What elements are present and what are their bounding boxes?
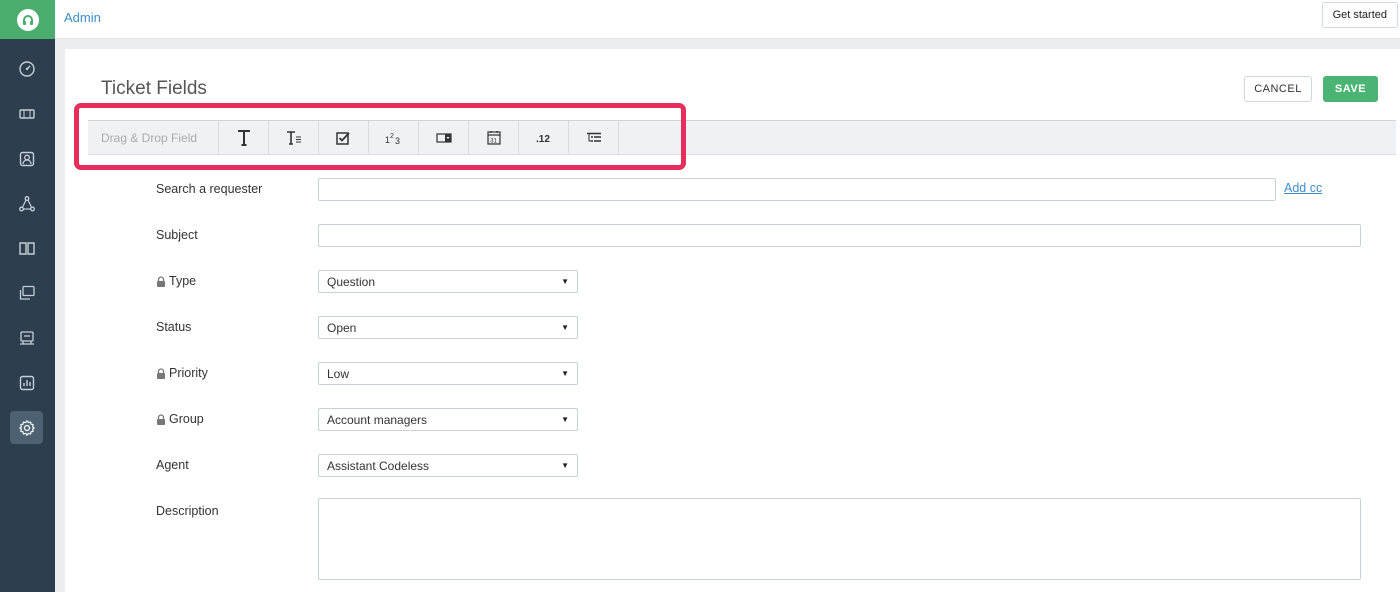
requester-input[interactable] [318, 178, 1276, 201]
group-select[interactable]: Account managers ▼ [318, 408, 578, 431]
agent-label: Agent [156, 458, 189, 472]
group-label: Group [156, 412, 204, 426]
get-started-button[interactable]: Get started [1321, 2, 1398, 28]
palette-number[interactable]: 123 [368, 121, 418, 154]
type-label-text: Type [169, 274, 197, 288]
subject-label: Subject [156, 228, 198, 242]
decimal-icon: .12 [536, 134, 550, 144]
add-cc-link[interactable]: Add cc [1284, 181, 1322, 195]
subject-input[interactable] [318, 224, 1361, 247]
priority-select[interactable]: Low ▼ [318, 362, 578, 385]
svg-text:.12: .12 [536, 134, 550, 144]
text-icon [237, 129, 250, 146]
type-value: Question [327, 274, 376, 289]
palette-paragraph[interactable] [268, 121, 318, 154]
caret-down-icon: ▼ [561, 461, 569, 470]
palette-date[interactable]: 31 [468, 121, 518, 154]
requester-label: Search a requester [156, 182, 262, 196]
page-title: Ticket Fields [101, 78, 207, 99]
group-label-text: Group [169, 412, 204, 426]
lock-icon [157, 275, 165, 287]
paragraph-icon [286, 130, 301, 145]
palette-decimal[interactable]: .12 [518, 121, 568, 154]
description-label-text: Description [156, 504, 219, 518]
priority-value: Low [327, 366, 350, 381]
svg-text:31: 31 [490, 138, 497, 144]
priority-label-text: Priority [169, 366, 208, 380]
status-value: Open [327, 320, 357, 335]
requester-label-text: Search a requester [156, 182, 263, 196]
status-label-text: Status [156, 320, 192, 334]
top-bar: Admin Get started [55, 0, 1400, 39]
save-button[interactable]: SAVE [1323, 76, 1378, 102]
cancel-button[interactable]: CANCEL [1244, 76, 1312, 102]
agent-label-text: Agent [156, 458, 189, 472]
lock-icon [157, 367, 165, 379]
svg-text:2: 2 [390, 133, 394, 140]
status-select[interactable]: Open ▼ [318, 316, 578, 339]
app-logo[interactable] [0, 0, 55, 39]
type-select[interactable]: Question ▼ [318, 270, 578, 293]
caret-down-icon: ▼ [561, 415, 569, 424]
caret-down-icon: ▼ [561, 369, 569, 378]
content-card: Ticket Fields CANCEL SAVE Drag & Drop Fi… [65, 49, 1400, 592]
group-value: Account managers [327, 412, 428, 427]
description-textarea[interactable] [318, 498, 1361, 580]
palette-label: Drag & Drop Field [101, 131, 198, 145]
checkbox-icon [336, 131, 350, 145]
contacts-icon[interactable] [10, 142, 43, 175]
status-label: Status [156, 320, 191, 334]
agent-select[interactable]: Assistant Codeless ▼ [318, 454, 578, 477]
knowledge-base-icon[interactable] [10, 231, 43, 264]
dashboard-icon[interactable] [10, 52, 43, 85]
calendar-icon: 31 [486, 131, 501, 145]
tickets-icon[interactable] [10, 97, 43, 130]
dropdown-icon [435, 132, 452, 143]
svg-text:3: 3 [395, 136, 400, 145]
headset-icon [16, 8, 39, 31]
palette-single-line-text[interactable] [218, 121, 268, 154]
agent-value: Assistant Codeless [327, 458, 430, 473]
sidebar [0, 0, 55, 592]
palette-dropdown[interactable] [418, 121, 468, 154]
team-huddle-icon[interactable] [10, 321, 43, 354]
subject-label-text: Subject [156, 228, 198, 242]
number-icon: 123 [385, 133, 400, 145]
description-label: Description [156, 504, 219, 518]
admin-gear-icon[interactable] [10, 411, 43, 444]
caret-down-icon: ▼ [561, 323, 569, 332]
forums-icon[interactable] [10, 276, 43, 309]
palette-dependent[interactable] [568, 121, 618, 154]
field-palette: Drag & Drop Field 123 31 .12 [88, 120, 1396, 155]
lock-icon [157, 413, 165, 425]
type-label: Type [156, 274, 196, 288]
caret-down-icon: ▼ [561, 277, 569, 286]
reports-icon[interactable] [10, 366, 43, 399]
list-icon [586, 132, 601, 142]
breadcrumb-admin[interactable]: Admin [64, 10, 101, 25]
social-icon[interactable] [10, 187, 43, 220]
palette-checkbox[interactable] [318, 121, 368, 154]
priority-label: Priority [156, 366, 208, 380]
palette-divider [618, 121, 619, 154]
